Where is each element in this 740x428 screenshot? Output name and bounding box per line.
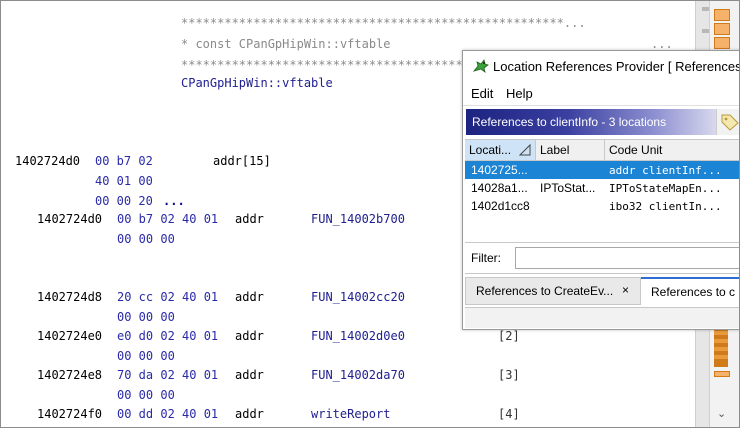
row-address[interactable]: 1402724d8 — [37, 289, 102, 305]
plate-comment-text: * const CPanGpHipWin::vftable — [181, 37, 391, 51]
row-operand-link[interactable]: FUN_14002da70 — [311, 367, 405, 383]
row-bytes: 00 b7 02 40 01 — [117, 212, 219, 226]
row-mnemonic: addr — [235, 368, 264, 382]
tab-label: References to CreateEv... — [476, 284, 614, 298]
plate-comment-border: ****************************************… — [181, 16, 586, 30]
menu-edit[interactable]: Edit — [471, 86, 493, 101]
row-mnemonic: addr — [235, 329, 264, 343]
row-bytes: 00 00 00 — [117, 232, 175, 246]
row-operand: addr[15] — [213, 154, 271, 168]
tag-icon — [721, 114, 739, 131]
row-bytes: 00 00 20 — [95, 194, 153, 208]
ghidra-window: ****************************************… — [0, 0, 740, 428]
row-address[interactable]: 1402724e8 — [37, 367, 102, 383]
scroll-marker — [714, 339, 728, 343]
references-table[interactable]: Locati... Label Code Unit 1402725... add… — [465, 139, 739, 238]
status-bar — [465, 307, 739, 328]
scroll-marker — [714, 347, 728, 351]
table-row[interactable]: 1402d1cc8 ibo32 clientIn... — [465, 197, 739, 215]
cell-code-unit: addr clientInf... — [609, 164, 722, 177]
cell-code-unit: ibo32 clientIn... — [609, 200, 722, 213]
tab-references-clientinfo[interactable]: References to c — [641, 277, 739, 305]
menu-help[interactable]: Help — [506, 86, 533, 101]
row-index: [4] — [498, 407, 520, 421]
table-row[interactable]: 1402725... addr clientInf... — [465, 161, 739, 179]
row-address[interactable]: 1402724d0 — [37, 211, 102, 227]
dragon-icon — [473, 59, 489, 73]
filter-bar: Filter: — [465, 242, 739, 274]
tab-references-createev[interactable]: References to CreateEv... × — [465, 277, 641, 305]
tab-label: References to c — [651, 285, 736, 299]
row-bytes: 00 00 00 — [117, 349, 175, 363]
sort-icon — [519, 144, 531, 156]
close-icon[interactable]: × — [622, 283, 629, 297]
column-header-location[interactable]: Locati... — [465, 140, 536, 161]
filter-input[interactable] — [515, 247, 739, 269]
window-title: Location References Provider [ Reference… — [493, 59, 740, 74]
row-index: [2] — [498, 329, 520, 343]
row-index: [3] — [498, 368, 520, 382]
row-operand-link[interactable]: FUN_14002d0e0 — [311, 328, 405, 344]
scroll-marker[interactable] — [714, 37, 730, 49]
scroll-marker — [714, 355, 728, 359]
row-operand-link[interactable]: FUN_14002b700 — [311, 211, 405, 227]
vftable-label[interactable]: CPanGpHipWin::vftable — [181, 75, 333, 91]
cell-location: 14028a1... — [471, 181, 528, 195]
row-operand-link[interactable]: writeReport — [311, 406, 390, 422]
window-titlebar[interactable]: Location References Provider [ Reference… — [463, 51, 740, 81]
filter-label: Filter: — [471, 251, 501, 265]
column-header-code-unit[interactable]: Code Unit — [605, 140, 739, 161]
location-references-window[interactable]: Location References Provider [ Reference… — [462, 50, 740, 330]
row-bytes: e0 d0 02 40 01 — [117, 329, 219, 343]
row-mnemonic: addr — [235, 290, 264, 304]
row-address[interactable]: 1402724e0 — [37, 328, 102, 344]
cell-label: IPToStat... — [540, 181, 596, 195]
chevron-down-icon[interactable]: ⌄ — [717, 407, 726, 420]
row-address[interactable]: 1402724f0 — [37, 406, 102, 422]
provider-tabs: References to CreateEv... × References t… — [465, 277, 739, 305]
row-bytes: 00 00 00 — [117, 388, 175, 402]
scroll-marker — [714, 331, 728, 335]
row-mnemonic: addr — [235, 407, 264, 421]
row-address[interactable]: 1402724d0 — [15, 153, 80, 169]
row-bytes: 70 da 02 40 01 — [117, 368, 219, 382]
row-mnemonic: addr — [235, 212, 264, 226]
scroll-marker — [714, 371, 730, 377]
cell-code-unit: IPToStateMapEn... — [609, 182, 722, 195]
column-header-label[interactable]: Label — [536, 140, 605, 161]
table-row[interactable]: 14028a1... IPToStat... IPToStateMapEn... — [465, 179, 739, 197]
row-bytes: 00 b7 02 — [95, 154, 153, 168]
scroll-marker[interactable] — [714, 9, 730, 21]
references-header: References to clientInfo - 3 locations — [466, 109, 716, 135]
row-operand-link[interactable]: FUN_14002cc20 — [311, 289, 405, 305]
row-bytes: 20 cc 02 40 01 — [117, 290, 219, 304]
row-bytes: 00 dd 02 40 01 — [117, 407, 219, 421]
row-bytes: 40 01 00 — [95, 174, 153, 188]
cell-location: 1402725... — [471, 163, 528, 177]
more-bytes-ellipsis[interactable]: ... — [163, 193, 185, 209]
row-bytes: 00 00 00 — [117, 310, 175, 324]
menu-bar: Edit Help — [463, 81, 739, 106]
plate-comment-border: ****************************************… — [181, 58, 492, 72]
tag-button[interactable] — [716, 109, 739, 135]
cell-location: 1402d1cc8 — [471, 199, 530, 213]
references-header-text: References to clientInfo - 3 locations — [472, 115, 667, 129]
scroll-marker[interactable] — [714, 23, 730, 35]
